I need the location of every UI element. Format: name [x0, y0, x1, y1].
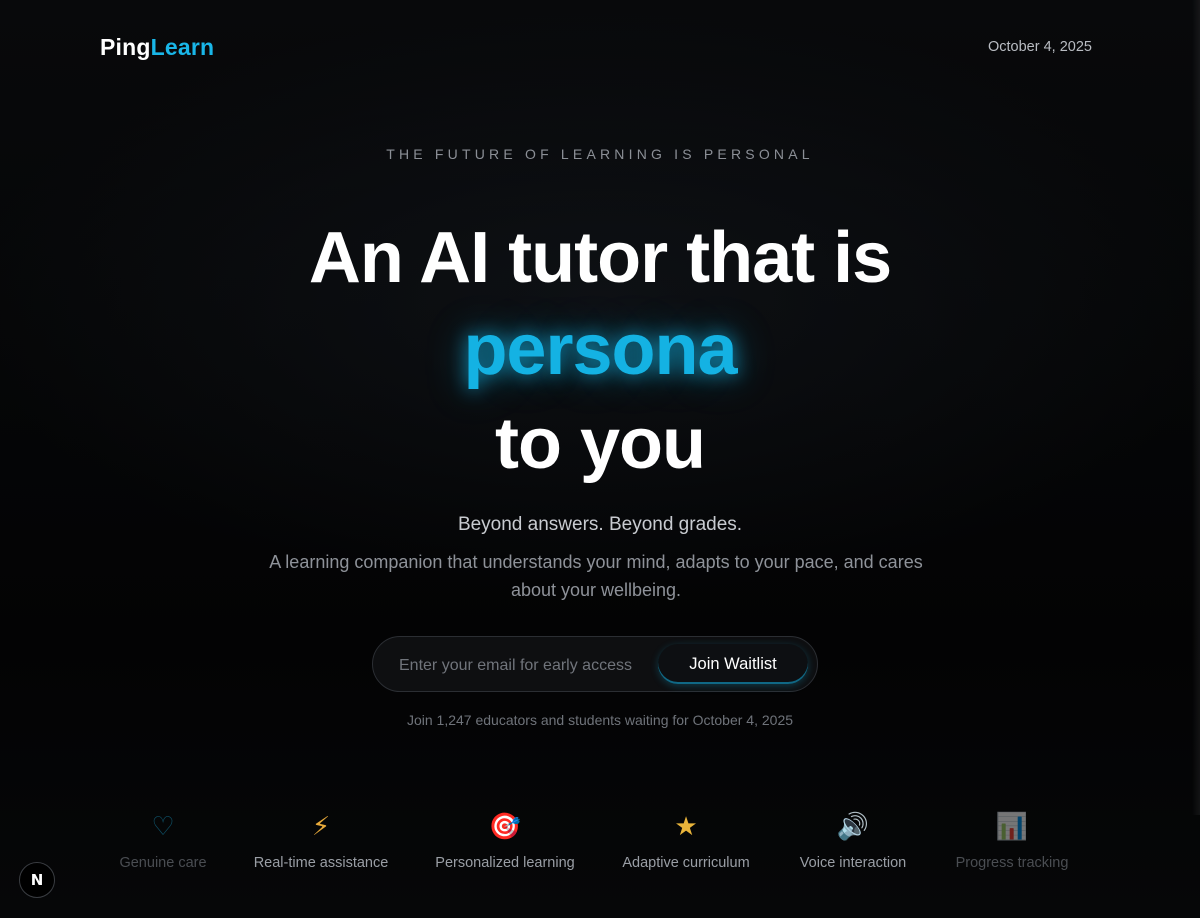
feature-real-time-assistance: ⚡ Real-time assistance	[254, 810, 389, 871]
brand-logo-part1: Ping	[100, 34, 151, 60]
speaker-icon: 🔊	[836, 812, 870, 842]
heart-icon: ♡	[151, 812, 175, 842]
email-input[interactable]	[397, 653, 651, 679]
feature-progress-tracking: 📊 Progress tracking	[956, 810, 1069, 871]
brand-logo-part2: Learn	[150, 34, 215, 60]
bar-chart-icon: 📊	[995, 812, 1029, 842]
feature-genuine-care: ♡ Genuine care	[119, 810, 206, 871]
target-icon: 🎯	[488, 812, 522, 842]
feature-label: Personalized learning	[435, 855, 575, 871]
nextjs-badge-icon[interactable]: N	[19, 862, 55, 898]
headline-line-3: to you	[495, 404, 706, 484]
feature-personalized-learning: 🎯 Personalized learning	[435, 810, 574, 871]
feature-label: Genuine care	[119, 855, 207, 871]
waitlist-note: Join 1,247 educators and students waitin…	[406, 712, 794, 728]
landing-page: PingLearn October 4, 2025 THE FUTURE OF …	[0, 0, 1200, 918]
waitlist-form: Join Waitlist	[372, 636, 818, 692]
brand-logo[interactable]: PingLearn	[100, 34, 214, 61]
feature-label: Progress tracking	[955, 855, 1069, 871]
hero-subtitle: Beyond answers. Beyond grades.	[457, 514, 743, 535]
feature-adaptive-curriculum: ★ Adaptive curriculum	[622, 810, 749, 871]
headline-line-1: An AI tutor that is	[308, 218, 892, 298]
hero-eyebrow: THE FUTURE OF LEARNING IS PERSONAL	[386, 146, 814, 162]
feature-label: Real-time assistance	[253, 855, 389, 871]
lightning-icon: ⚡	[311, 812, 331, 842]
star-icon: ★	[674, 812, 698, 842]
hero-description: A learning companion that understands yo…	[269, 552, 923, 600]
launch-date: October 4, 2025	[988, 39, 1092, 55]
feature-strip: ♡ Genuine care ⚡ Real-time assistance 🎯 …	[0, 810, 1200, 880]
headline-highlight: persona	[463, 310, 737, 390]
feature-label: Adaptive curriculum	[622, 855, 750, 871]
join-waitlist-button[interactable]: Join Waitlist	[658, 644, 808, 684]
feature-label: Voice interaction	[799, 855, 907, 871]
feature-voice-interaction: 🔊 Voice interaction	[800, 810, 906, 871]
